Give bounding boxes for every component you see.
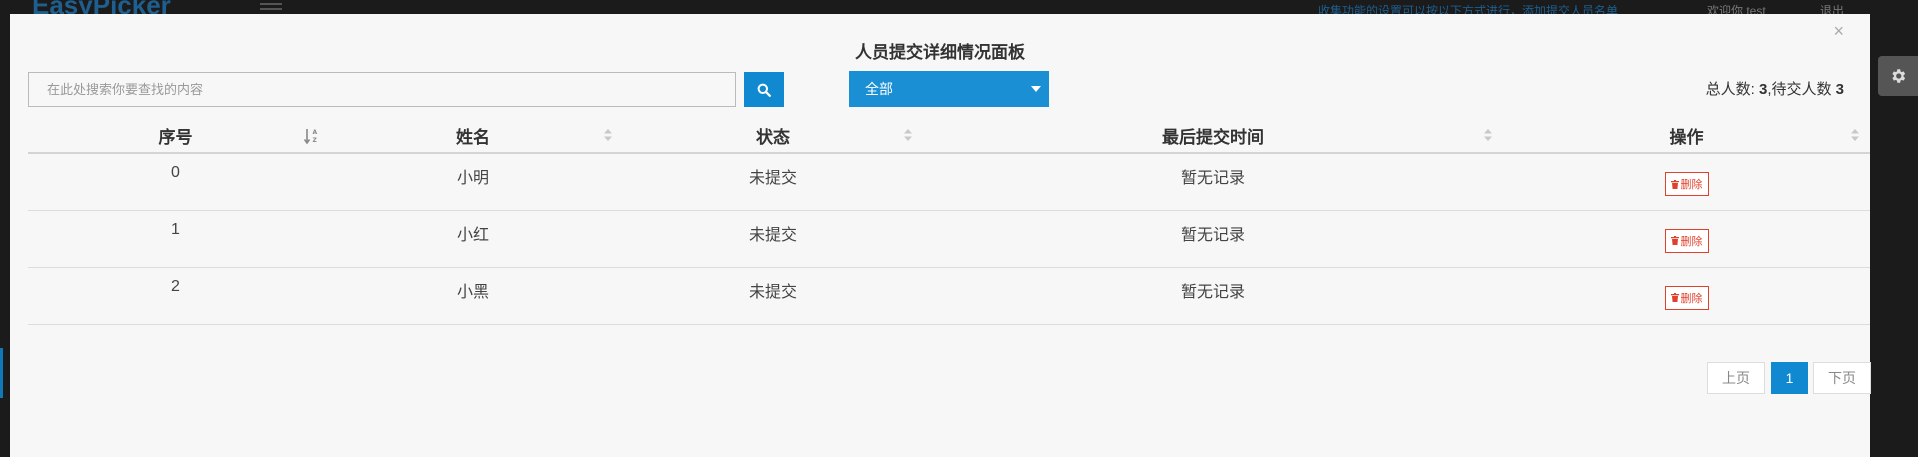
svg-text:A: A — [313, 129, 318, 136]
pagination-prev-button[interactable]: 上页 — [1707, 362, 1765, 394]
cell-index: 1 — [28, 210, 323, 268]
delete-label: 删除 — [1680, 179, 1703, 191]
column-header-label: 操作 — [1669, 127, 1704, 147]
submission-table: 序号 A Z 姓名 状态 最后提交时间 操作 0 小明 未提交 暂无记录 删除 … — [28, 118, 1870, 325]
cell-status: 未提交 — [623, 153, 923, 211]
cell-name: 小红 — [323, 210, 623, 268]
column-header-last-submit-time[interactable]: 最后提交时间 — [923, 118, 1503, 154]
column-header-index[interactable]: 序号 A Z — [28, 118, 323, 154]
pagination-page-1[interactable]: 1 — [1771, 362, 1808, 394]
column-header-label: 姓名 — [456, 127, 490, 147]
cell-last-submit-time: 暂无记录 — [923, 153, 1503, 211]
table-header-row: 序号 A Z 姓名 状态 最后提交时间 操作 — [28, 118, 1870, 154]
column-header-label: 状态 — [756, 127, 790, 147]
pending-label: ,待交人数 — [1767, 81, 1832, 98]
column-header-label: 序号 — [158, 127, 193, 147]
pagination-next-button[interactable]: 下页 — [1813, 362, 1871, 394]
delete-button[interactable]: 删除 — [1664, 172, 1709, 196]
pending-count: 3 — [1835, 81, 1844, 98]
gear-icon — [1892, 69, 1906, 83]
sort-icon[interactable] — [1483, 127, 1493, 143]
cell-name: 小黑 — [323, 267, 623, 325]
trash-icon — [1670, 293, 1679, 302]
status-filter-select[interactable]: 全部 — [849, 71, 1049, 107]
column-header-status[interactable]: 状态 — [623, 118, 923, 154]
cell-actions: 删除 — [1503, 210, 1870, 268]
cell-actions: 删除 — [1503, 153, 1870, 211]
column-header-name[interactable]: 姓名 — [323, 118, 623, 154]
delete-button[interactable]: 删除 — [1664, 228, 1709, 253]
sort-icon[interactable] — [603, 127, 613, 143]
delete-button[interactable]: 删除 — [1664, 285, 1709, 310]
settings-toggle[interactable] — [1878, 56, 1918, 96]
cell-status: 未提交 — [623, 210, 923, 268]
caret-down-icon — [1031, 86, 1041, 92]
filter-selected-value: 全部 — [865, 81, 893, 97]
sort-icon[interactable] — [903, 127, 913, 143]
search-icon — [757, 83, 771, 97]
cell-index: 0 — [28, 153, 323, 211]
table-row: 0 小明 未提交 暂无记录 删除 — [28, 153, 1870, 211]
cell-index: 2 — [28, 267, 323, 325]
cell-actions: 删除 — [1503, 267, 1870, 325]
cell-name: 小明 — [323, 153, 623, 211]
sort-icon[interactable] — [1850, 127, 1860, 143]
submission-stats: 总人数: 3,待交人数 3 — [1706, 78, 1844, 99]
search-button[interactable] — [744, 72, 784, 107]
sidebar-active-indicator — [0, 348, 3, 398]
delete-label: 删除 — [1680, 292, 1703, 305]
search-input[interactable] — [28, 72, 736, 107]
cell-last-submit-time: 暂无记录 — [923, 267, 1503, 325]
cell-status: 未提交 — [623, 267, 923, 325]
column-header-actions[interactable]: 操作 — [1503, 118, 1870, 154]
table-row: 2 小黑 未提交 暂无记录 删除 — [28, 267, 1870, 325]
submission-detail-modal: × 人员提交详细情况面板 全部 总人数: 3,待交人数 3 序号 — [10, 14, 1871, 457]
column-header-label: 最后提交时间 — [1162, 127, 1264, 147]
table-row: 1 小红 未提交 暂无记录 删除 — [28, 210, 1870, 268]
trash-icon — [1670, 236, 1679, 245]
svg-text:Z: Z — [313, 137, 318, 144]
modal-title: 人员提交详细情况面板 — [855, 43, 1025, 62]
trash-icon — [1670, 179, 1679, 189]
delete-label: 删除 — [1680, 235, 1703, 248]
total-label: 总人数: — [1705, 81, 1755, 98]
cell-last-submit-time: 暂无记录 — [923, 210, 1503, 268]
sort-alpha-asc-icon[interactable]: A Z — [304, 127, 320, 145]
